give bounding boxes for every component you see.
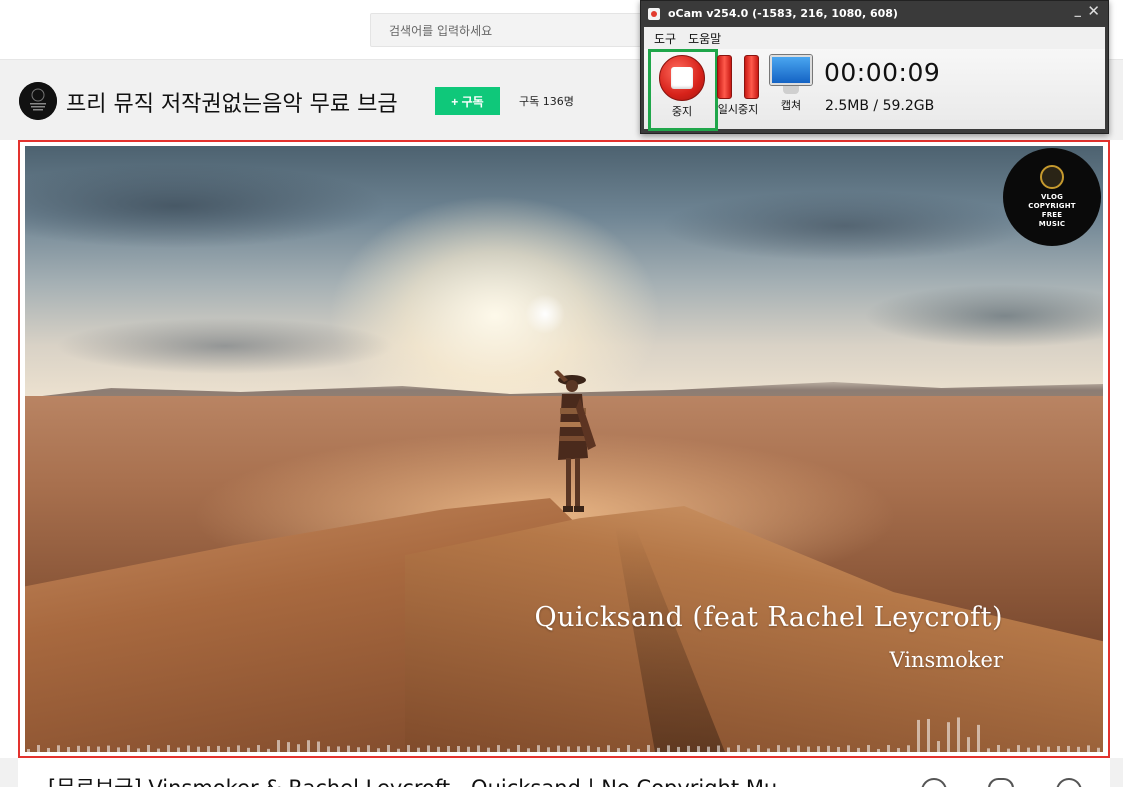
video-player-frame: VLOG COPYRIGHT FREE MUSIC Quicksand (fea…	[18, 140, 1110, 758]
ocam-title: oCam v254.0 (-1583, 216, 1080, 608)	[668, 7, 898, 20]
search-placeholder: 검색어를 입력하세요	[389, 23, 493, 38]
vinyl-icon	[19, 82, 57, 120]
channel-logo-badge: VLOG COPYRIGHT FREE MUSIC	[1003, 148, 1101, 246]
person-silhouette	[554, 370, 596, 512]
song-artist-overlay: Vinsmoker	[889, 648, 1003, 672]
logo-line-3: FREE	[1041, 211, 1063, 219]
ocam-toolbar: 중지 일시중지 캡쳐 00:00:09 2.5MB / 59.2GB	[644, 49, 1105, 131]
comment-icon[interactable]	[988, 778, 1014, 787]
menu-help[interactable]: 도움말	[688, 30, 721, 47]
screen: 검색어를 입력하세요 프리 뮤직 저작권없는음악 무료 브금 + 구독 구독 1…	[0, 0, 1123, 787]
close-icon[interactable]: ✕	[1087, 2, 1100, 20]
capture-button[interactable]: 캡쳐	[766, 55, 816, 113]
minimize-icon[interactable]: _	[1075, 3, 1082, 18]
video-clouds	[25, 146, 1103, 376]
channel-title[interactable]: 프리 뮤직 저작권없는음악 무료 브금	[66, 86, 398, 118]
song-title-overlay: Quicksand (feat Rachel Leycroft)	[534, 602, 1003, 633]
monitor-icon	[768, 55, 814, 95]
pause-icon	[717, 55, 759, 99]
record-file-size: 2.5MB / 59.2GB	[825, 98, 935, 114]
ocam-titlebar[interactable]: oCam v254.0 (-1583, 216, 1080, 608) _ ✕	[641, 1, 1108, 26]
ocam-window: oCam v254.0 (-1583, 216, 1080, 608) _ ✕ …	[640, 0, 1109, 134]
video-player[interactable]: VLOG COPYRIGHT FREE MUSIC Quicksand (fea…	[25, 146, 1103, 752]
logo-line-1: VLOG	[1040, 193, 1064, 201]
stop-button[interactable]: 중지	[658, 55, 706, 119]
search-input[interactable]: 검색어를 입력하세요	[370, 13, 670, 47]
logo-line-4: MUSIC	[1038, 220, 1066, 228]
like-heart-icon[interactable]	[921, 778, 947, 787]
vinyl-disc-icon	[1040, 165, 1064, 189]
capture-label: 캡쳐	[780, 99, 802, 112]
subscribe-button[interactable]: + 구독	[435, 87, 500, 115]
more-icon[interactable]	[1056, 778, 1082, 787]
stop-record-icon	[659, 55, 705, 101]
logo-line-2: COPYRIGHT	[1028, 202, 1076, 210]
menu-tools[interactable]: 도구	[654, 30, 676, 47]
record-timer: 00:00:09	[824, 58, 941, 87]
video-info-area: [무료브금] Vinsmoker & Rachel Leycroft - Qui…	[0, 758, 1123, 787]
video-info-card: [무료브금] Vinsmoker & Rachel Leycroft - Qui…	[18, 758, 1110, 787]
audio-visualizer	[27, 717, 1100, 752]
subscriber-count: 구독 136명	[519, 95, 574, 108]
stop-label: 중지	[671, 105, 693, 118]
pause-button[interactable]: 일시중지	[710, 55, 766, 117]
pause-label: 일시중지	[717, 103, 759, 116]
video-sun	[525, 294, 565, 334]
ocam-app-icon	[648, 7, 660, 20]
video-title: [무료브금] Vinsmoker & Rachel Leycroft - Qui…	[48, 772, 777, 787]
ocam-menubar: 도구 도움말	[644, 27, 1105, 49]
channel-avatar[interactable]	[19, 82, 57, 120]
